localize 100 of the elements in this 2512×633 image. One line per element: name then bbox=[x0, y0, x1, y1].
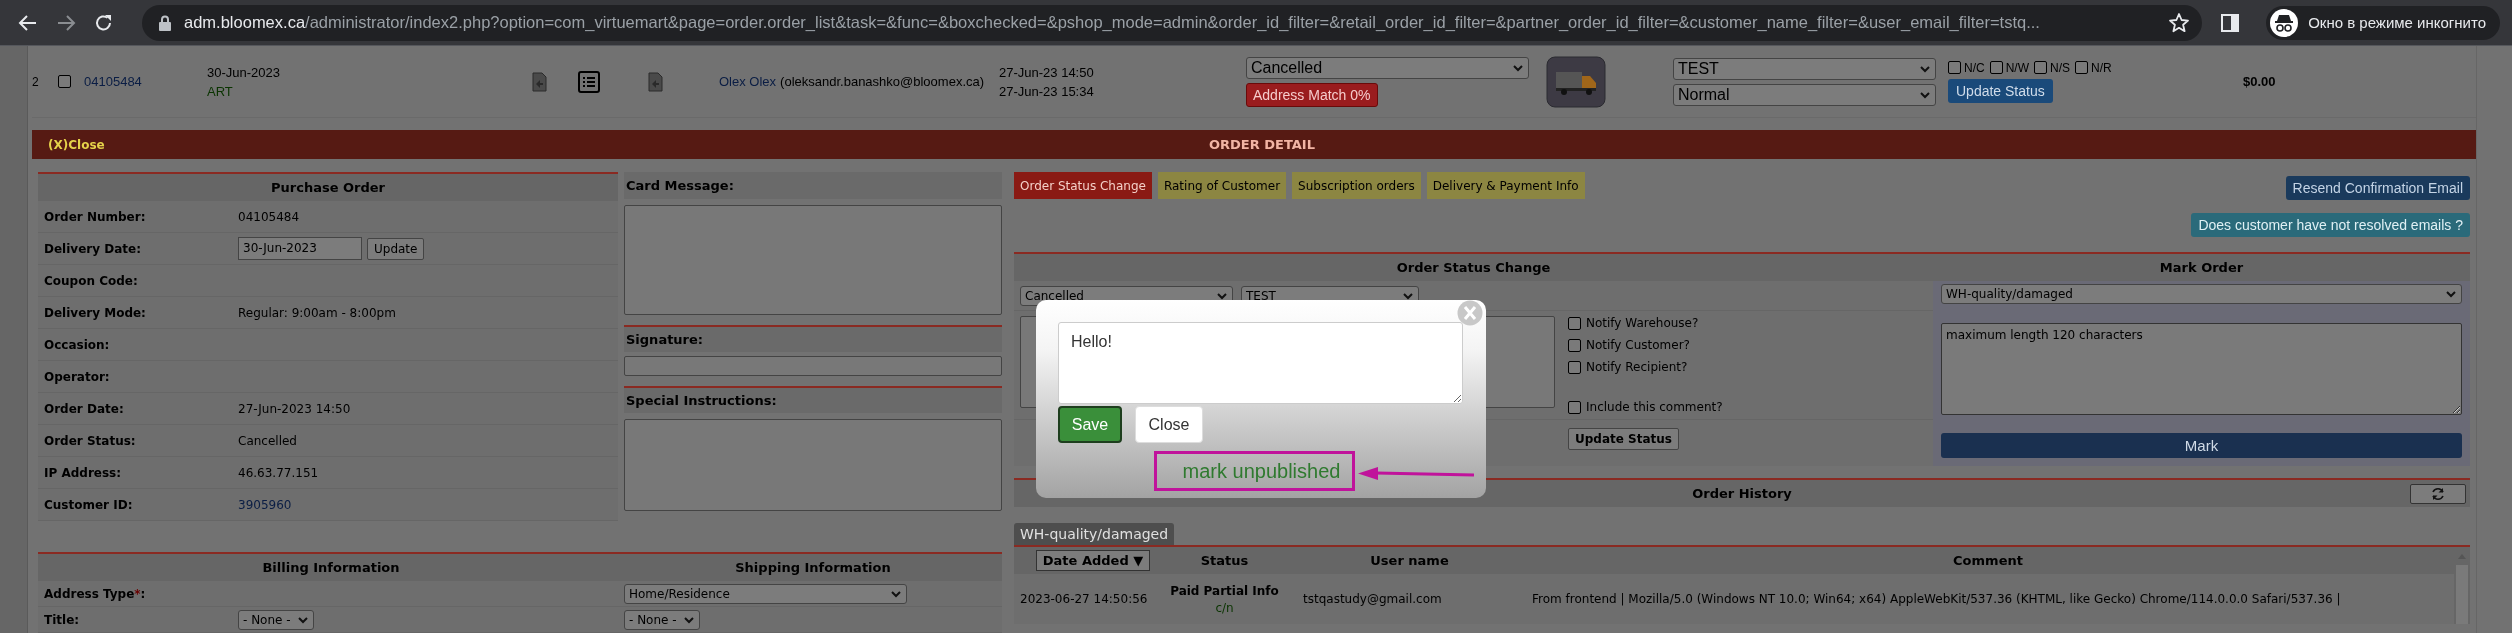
created-time: 27-Jun-23 14:50 bbox=[999, 64, 1094, 80]
field-label: IP Address: bbox=[44, 465, 123, 480]
checkbox[interactable] bbox=[1568, 400, 1581, 414]
section-header: Billing Information bbox=[261, 560, 401, 575]
incognito-badge[interactable]: Окно в режиме инкогнито bbox=[2266, 5, 2500, 40]
update-status-button[interactable]: Update Status bbox=[1568, 428, 1679, 450]
status-select[interactable]: Cancelled bbox=[1246, 56, 1529, 79]
sort-button[interactable]: Date Added ▼ bbox=[1035, 550, 1151, 571]
reload-icon[interactable] bbox=[94, 12, 114, 33]
card-message-field[interactable] bbox=[624, 205, 1002, 315]
column-header: Comment bbox=[1953, 553, 2023, 568]
instructions-field[interactable] bbox=[624, 419, 1002, 511]
mark-button[interactable]: Mark bbox=[1941, 433, 2462, 458]
checkbox-label: Include this comment? bbox=[1586, 400, 1723, 414]
comment-field[interactable]: Hello! bbox=[1058, 322, 1463, 404]
section-header: Purchase Order bbox=[38, 174, 618, 201]
truck-icon[interactable] bbox=[1546, 55, 1606, 108]
tab[interactable]: Subscription orders bbox=[1292, 172, 1421, 199]
title-select[interactable]: - None - bbox=[238, 609, 314, 630]
url-text[interactable]: adm.bloomex.ca/administrator/index2.php?option=com_virtuemart&page=order.order_list&task=&func=&boxchecked=&pshop_mode=admin&order_id_filter=&retail_order_id_filter=&partner_order_id_filter=&customer_name_filter=&user_email_filter=tstq... bbox=[184, 13, 2156, 32]
flag-label: N/R bbox=[2091, 60, 2112, 75]
status-message: mark unpublished bbox=[1154, 451, 1355, 491]
forward-icon[interactable] bbox=[56, 12, 76, 33]
checkbox[interactable] bbox=[2075, 61, 2088, 74]
table-cell: From frontend | Mozilla/5.0 (Windows NT 10.0; Win64; x64) AppleWebKit/537.36 (KHTML, like Gecko) Chrome/114.0.0.0 Safari/537.36 | bbox=[1532, 592, 2341, 606]
document-icon[interactable] bbox=[530, 71, 550, 92]
field-label: Delivery Date: bbox=[44, 241, 142, 256]
back-icon[interactable] bbox=[18, 12, 38, 33]
chevron-icon bbox=[1512, 63, 1524, 72]
flag-label: N/W bbox=[2005, 60, 2029, 75]
mark-reason-select[interactable]: WH-quality/damaged bbox=[1941, 284, 2462, 304]
incognito-icon bbox=[2270, 8, 2299, 37]
tab[interactable]: Delivery & Payment Info bbox=[1426, 172, 1585, 199]
refresh-icon bbox=[2430, 485, 2446, 502]
save-button[interactable]: Save bbox=[1058, 406, 1122, 443]
close-button[interactable]: Close bbox=[1135, 406, 1203, 443]
tab[interactable]: Order Status Change bbox=[1014, 172, 1152, 199]
title-select[interactable]: - None - bbox=[624, 609, 700, 630]
chevron-icon bbox=[1919, 90, 1931, 99]
address-bar[interactable] bbox=[142, 4, 2202, 41]
signature-field[interactable] bbox=[624, 356, 1002, 376]
order-number-link[interactable]: 04105484 bbox=[84, 74, 142, 89]
chevron-icon bbox=[1402, 291, 1414, 300]
side-panel-icon[interactable] bbox=[2220, 12, 2240, 33]
mark-comment-field[interactable]: maximum length 120 characters bbox=[1941, 323, 2462, 415]
field-value: 27-Jun-2023 14:50 bbox=[238, 401, 351, 416]
customer-id-link[interactable]: 3905960 bbox=[238, 497, 292, 512]
checkbox[interactable] bbox=[58, 75, 71, 88]
checkbox[interactable] bbox=[2034, 61, 2047, 74]
checkbox[interactable] bbox=[1568, 338, 1581, 352]
type-select[interactable]: Normal bbox=[1673, 83, 1936, 106]
order-total: $0.00 bbox=[2243, 74, 2276, 89]
section-header: Order Status Change bbox=[1395, 260, 1552, 275]
field-label: Operator: bbox=[44, 369, 111, 384]
field-value: 04105484 bbox=[238, 209, 300, 224]
scrollbar[interactable] bbox=[2454, 547, 2470, 624]
field-value: 46.63.77.151 bbox=[238, 465, 319, 480]
checkbox-label: Notify Customer? bbox=[1586, 338, 1690, 352]
field-label: Coupon Code: bbox=[44, 273, 139, 288]
customer-name-link[interactable]: Olex Olex bbox=[719, 74, 777, 89]
status-note: c/n bbox=[1215, 600, 1234, 615]
priority-select[interactable]: TEST bbox=[1673, 57, 1936, 80]
close-link[interactable]: (X)Close bbox=[48, 137, 105, 152]
flag-label: N/S bbox=[2050, 60, 2070, 75]
delivery-date: 30-Jun-2023 bbox=[207, 64, 280, 80]
checkbox[interactable] bbox=[1568, 360, 1581, 374]
chevron-icon bbox=[682, 615, 695, 624]
checkbox-label: Notify Recipient? bbox=[1586, 360, 1688, 374]
table-cell: tstqastudy@gmail.com bbox=[1303, 592, 1442, 606]
tab[interactable]: Rating of Customer bbox=[1157, 172, 1287, 199]
table-cell: 2023-06-27 14:50:56 bbox=[1020, 592, 1148, 606]
chevron-icon bbox=[296, 615, 309, 624]
tag[interactable]: WH-quality/damaged bbox=[1014, 523, 1175, 545]
order-source: ART bbox=[207, 83, 233, 99]
column-header: Status bbox=[1200, 553, 1249, 568]
address-match-button[interactable]: Address Match 0% bbox=[1246, 82, 1378, 107]
section-header: Special Instructions: bbox=[624, 386, 1002, 413]
flag-label: N/C bbox=[1964, 60, 1985, 75]
row-number: 2 bbox=[32, 74, 40, 89]
list-icon[interactable] bbox=[578, 70, 600, 93]
address-type-select[interactable]: Home/Residence bbox=[624, 583, 907, 604]
checkbox[interactable] bbox=[1568, 316, 1581, 330]
star-icon[interactable] bbox=[2168, 11, 2190, 34]
chevron-icon bbox=[1216, 291, 1228, 300]
chevron-icon bbox=[2445, 290, 2457, 298]
document-icon[interactable] bbox=[646, 71, 666, 92]
chevron-icon bbox=[1919, 64, 1931, 73]
update-status-button[interactable]: Update Status bbox=[1948, 78, 2053, 103]
date-field[interactable]: 30-Jun-2023 bbox=[238, 237, 362, 260]
field-value: Regular: 9:00am - 8:00pm bbox=[238, 305, 396, 320]
checkbox[interactable] bbox=[1948, 61, 1961, 74]
checkbox[interactable] bbox=[1989, 61, 2003, 74]
checkbox-label: Notify Warehouse? bbox=[1586, 316, 1699, 330]
section-header: Shipping Information bbox=[734, 560, 892, 575]
refresh-button[interactable] bbox=[2410, 483, 2466, 504]
unresolved-emails-button[interactable]: Does customer have not resolved emails ? bbox=[2191, 213, 2470, 237]
resend-email-button[interactable]: Resend Confirmation Email bbox=[2285, 176, 2470, 200]
modified-time: 27-Jun-23 15:34 bbox=[999, 83, 1094, 99]
chevron-icon bbox=[890, 589, 902, 598]
update-button[interactable]: Update bbox=[367, 237, 425, 260]
